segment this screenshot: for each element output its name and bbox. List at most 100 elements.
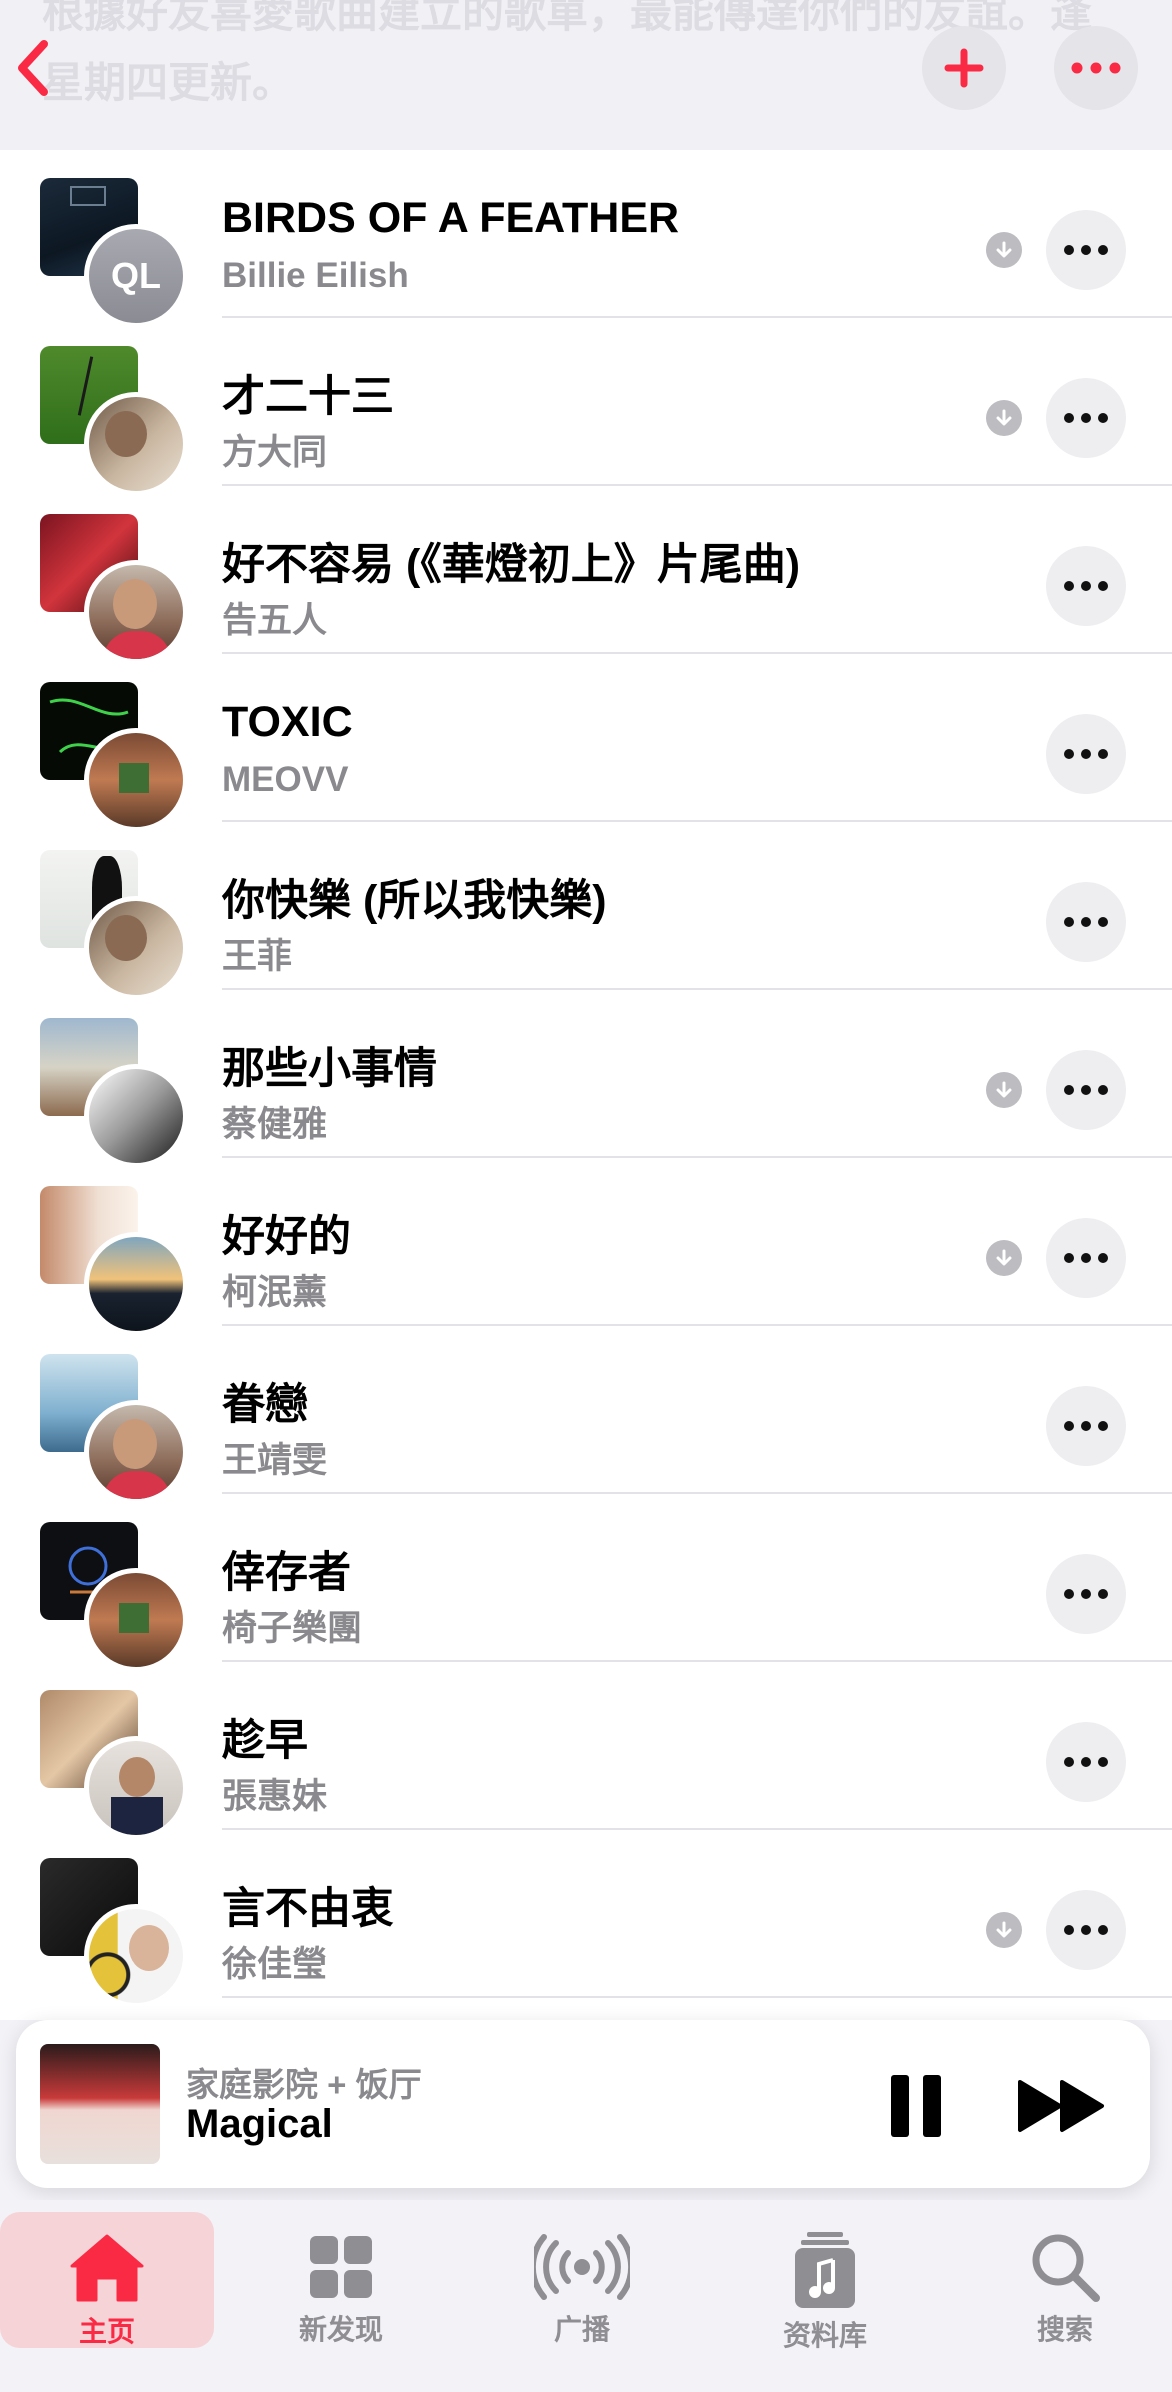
friend-avatar: QL — [84, 224, 188, 328]
song-more-button[interactable] — [1046, 1218, 1126, 1298]
song-title: 那些小事情 — [222, 1045, 437, 1093]
friend-avatar — [84, 392, 188, 496]
song-title: 倖存者 — [222, 1549, 351, 1597]
mini-player[interactable]: 家庭影院 + 饭厅 Magical — [16, 2020, 1150, 2188]
friend-avatar — [84, 1568, 188, 1672]
downloaded-icon — [986, 400, 1022, 436]
next-track-button[interactable] — [1012, 2066, 1112, 2146]
song-title: 好好的 — [222, 1213, 351, 1261]
list-item[interactable]: 倖存者 椅子樂團 — [0, 1494, 1172, 1672]
tab-label: 资料库 — [782, 2320, 867, 2351]
ellipsis-icon — [1064, 1085, 1108, 1095]
list-item[interactable]: TOXIC MEOVV — [0, 654, 1172, 832]
avatar-initials: QL — [111, 255, 161, 296]
song-more-button[interactable] — [1046, 546, 1126, 626]
song-artist: 王菲 — [222, 937, 293, 976]
ellipsis-icon — [1064, 245, 1108, 255]
search-icon — [1032, 2234, 1100, 2302]
ellipsis-icon — [1064, 1589, 1108, 1599]
list-item[interactable]: 好不容易 (《華燈初上》片尾曲) 告五人 — [0, 486, 1172, 664]
friend-avatar — [84, 1400, 188, 1504]
song-artist: 方大同 — [222, 433, 328, 472]
home-icon — [70, 2234, 144, 2302]
add-button[interactable] — [922, 26, 1006, 110]
song-title: 趁早 — [222, 1717, 308, 1765]
tab-radio[interactable]: 广播 — [475, 2212, 689, 2348]
song-artist: 告五人 — [222, 601, 328, 640]
song-title: BIRDS OF A FEATHER — [222, 194, 680, 242]
song-title: 你快樂 (所以我快樂) — [222, 877, 607, 925]
tab-library[interactable]: 资料库 — [718, 2212, 932, 2351]
tab-label: 广播 — [553, 2314, 610, 2345]
pause-icon — [891, 2075, 941, 2137]
list-item[interactable]: 那些小事情 蔡健雅 — [0, 990, 1172, 1168]
list-item[interactable]: QL BIRDS OF A FEATHER Billie Eilish — [0, 150, 1172, 328]
list-item[interactable]: 好好的 柯泯薰 — [0, 1158, 1172, 1336]
ellipsis-icon — [1064, 1253, 1108, 1263]
song-title: 言不由衷 — [222, 1885, 394, 1933]
downloaded-icon — [986, 232, 1022, 268]
friend-avatar — [84, 896, 188, 1000]
downloaded-icon — [986, 1072, 1022, 1108]
song-artist: MEOVV — [222, 760, 349, 799]
now-playing-cover — [40, 2044, 160, 2164]
list-item[interactable]: 你快樂 (所以我快樂) 王菲 — [0, 822, 1172, 1000]
ellipsis-icon — [1064, 581, 1108, 591]
header: 根據好友喜愛歌曲建立的歌單，最能傳達你們的友誼。逢星期四更新。 — [0, 0, 1172, 150]
downloaded-icon — [986, 1240, 1022, 1276]
downloaded-icon — [986, 1912, 1022, 1948]
song-title: 好不容易 (《華燈初上》片尾曲) — [222, 541, 801, 589]
list-item[interactable]: 趁早 張惠妹 — [0, 1662, 1172, 1840]
friend-avatar — [84, 1736, 188, 1840]
ellipsis-icon — [1064, 749, 1108, 759]
pause-button[interactable] — [876, 2066, 956, 2146]
ellipsis-icon — [1071, 62, 1121, 74]
tab-search[interactable]: 搜索 — [958, 2212, 1172, 2348]
song-title: 眷戀 — [222, 1381, 308, 1429]
song-artist: 徐佳瑩 — [222, 1945, 328, 1984]
friend-avatar — [84, 1904, 188, 2008]
song-more-button[interactable] — [1046, 378, 1126, 458]
song-title: 才二十三 — [222, 373, 394, 421]
tab-browse[interactable]: 新发现 — [234, 2212, 448, 2348]
song-more-button[interactable] — [1046, 1722, 1126, 1802]
song-more-button[interactable] — [1046, 1050, 1126, 1130]
song-more-button[interactable] — [1046, 1386, 1126, 1466]
ellipsis-icon — [1064, 413, 1108, 423]
friend-avatar — [84, 728, 188, 832]
list-item[interactable]: 眷戀 王靖雯 — [0, 1326, 1172, 1504]
song-artist: 王靖雯 — [222, 1441, 328, 1480]
song-artist: 柯泯薰 — [222, 1273, 328, 1312]
song-more-button[interactable] — [1046, 1554, 1126, 1634]
song-artist: 蔡健雅 — [222, 1105, 328, 1144]
more-options-button[interactable] — [1054, 26, 1138, 110]
library-icon — [795, 2232, 855, 2308]
tab-label: 搜索 — [1036, 2314, 1093, 2345]
tab-label: 主页 — [78, 2316, 135, 2347]
grid-icon — [310, 2236, 372, 2298]
ellipsis-icon — [1064, 917, 1108, 927]
chevron-left-icon — [18, 40, 48, 96]
song-more-button[interactable] — [1046, 714, 1126, 794]
plus-icon — [944, 48, 984, 88]
song-list: QL BIRDS OF A FEATHER Billie Eilish 才二十三… — [0, 150, 1172, 2020]
song-more-button[interactable] — [1046, 1890, 1126, 1970]
now-playing-title: Magical — [186, 2102, 333, 2146]
ellipsis-icon — [1064, 1925, 1108, 1935]
ellipsis-icon — [1064, 1757, 1108, 1767]
friend-avatar — [84, 1232, 188, 1336]
song-more-button[interactable] — [1046, 882, 1126, 962]
list-item[interactable]: 才二十三 方大同 — [0, 318, 1172, 496]
back-button[interactable] — [4, 38, 60, 98]
song-artist: Billie Eilish — [222, 256, 409, 295]
list-item[interactable]: 言不由衷 徐佳瑩 — [0, 1830, 1172, 2008]
playback-destination: 家庭影院 + 饭厅 — [186, 2066, 422, 2103]
tab-home[interactable]: 主页 — [0, 2212, 214, 2348]
divider — [222, 1996, 1172, 1998]
song-title: TOXIC — [222, 698, 353, 746]
friend-avatar — [84, 560, 188, 664]
song-artist: 椅子樂團 — [222, 1609, 363, 1648]
song-more-button[interactable] — [1046, 210, 1126, 290]
song-artist: 張惠妹 — [222, 1777, 328, 1816]
forward-icon — [1018, 2080, 1104, 2132]
